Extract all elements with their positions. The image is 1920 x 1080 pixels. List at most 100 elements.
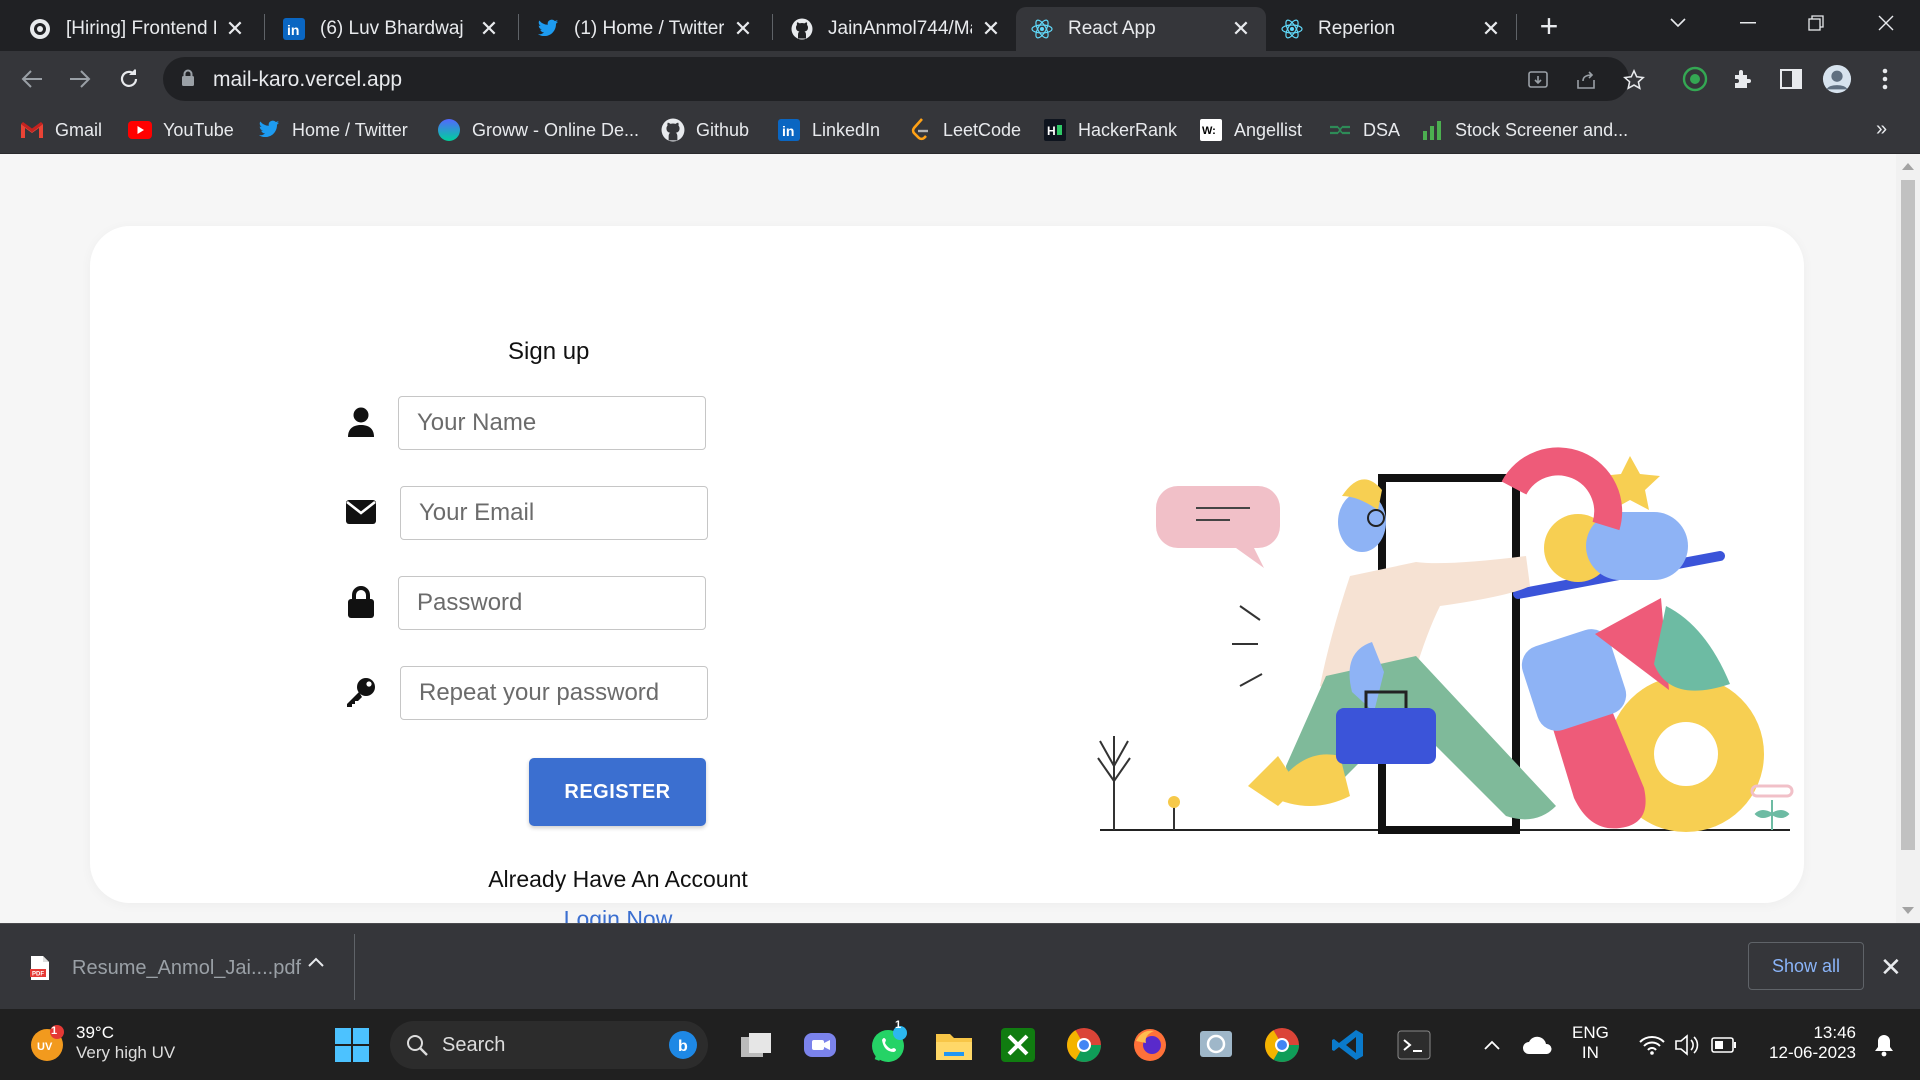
bookmark-dsa[interactable]: DSA xyxy=(1328,116,1400,144)
tab-close-icon[interactable]: ✕ xyxy=(478,16,500,41)
angellist-icon: W: xyxy=(1199,118,1223,142)
tab-linkedin[interactable]: in (6) Luv Bhardwaj | L ✕ xyxy=(268,7,514,51)
page-viewport: Sign up REGISTER Already Have An Account… xyxy=(0,154,1896,923)
bookmark-twitter[interactable]: Home / Twitter xyxy=(257,116,408,144)
pdf-file-icon: PDF xyxy=(30,956,49,980)
show-hidden-icons-chevron[interactable] xyxy=(1470,1023,1514,1067)
reload-icon[interactable] xyxy=(113,63,145,95)
tab-reperion[interactable]: Reperion ✕ xyxy=(1266,7,1516,51)
windows-start-icon[interactable] xyxy=(330,1023,374,1067)
tab-twitter[interactable]: (1) Home / Twitter ✕ xyxy=(522,7,768,51)
github-icon xyxy=(790,17,814,41)
download-item[interactable]: PDF Resume_Anmol_Jai....pdf xyxy=(30,952,301,984)
bookmark-leetcode[interactable]: LeetCode xyxy=(908,116,1021,144)
clock[interactable]: 13:46 12-06-2023 xyxy=(1756,1023,1856,1063)
taskbar-search-box[interactable]: Search b xyxy=(390,1021,708,1069)
repeat-password-input[interactable] xyxy=(400,666,708,720)
extension-target-icon[interactable] xyxy=(1680,64,1710,94)
tab-title: (1) Home / Twitter xyxy=(574,18,724,39)
address-bar[interactable]: mail-karo.vercel.app xyxy=(163,57,1645,101)
bookmark-linkedin[interactable]: in LinkedIn xyxy=(777,116,880,144)
url-text[interactable]: mail-karo.vercel.app xyxy=(213,68,402,92)
tab-close-icon[interactable]: ✕ xyxy=(1230,16,1252,41)
share-icon[interactable] xyxy=(1573,67,1599,93)
teams-chat-icon[interactable] xyxy=(798,1023,842,1067)
extensions-puzzle-icon[interactable] xyxy=(1728,64,1758,94)
bookmark-star-icon[interactable] xyxy=(1621,67,1647,93)
vscode-icon[interactable] xyxy=(1326,1023,1370,1067)
tab-hiring-frontend[interactable]: [Hiring] Frontend E ✕ xyxy=(14,7,260,51)
bookmark-groww[interactable]: Groww - Online De... xyxy=(437,116,639,144)
bookmark-youtube[interactable]: YouTube xyxy=(128,116,234,144)
tab-close-icon[interactable]: ✕ xyxy=(1480,16,1502,41)
tab-close-icon[interactable]: ✕ xyxy=(980,16,1002,41)
page-scrollbar[interactable] xyxy=(1896,154,1920,923)
minimize-icon[interactable] xyxy=(1728,8,1768,38)
language-code: ENG xyxy=(1572,1023,1609,1042)
tab-close-icon[interactable]: ✕ xyxy=(224,16,246,41)
install-app-icon[interactable] xyxy=(1525,67,1551,93)
envelope-icon xyxy=(344,495,378,529)
password-input[interactable] xyxy=(398,576,706,630)
chrome-profile-icon[interactable] xyxy=(1062,1023,1106,1067)
tab-strip: [Hiring] Frontend E ✕ in (6) Luv Bhardwa… xyxy=(0,0,1920,51)
restore-icon[interactable] xyxy=(1796,8,1836,38)
tab-close-icon[interactable]: ✕ xyxy=(732,16,754,41)
chrome-menu-icon[interactable] xyxy=(1870,64,1900,94)
already-have-account-text: Already Have An Account xyxy=(488,866,748,892)
battery-icon[interactable] xyxy=(1702,1023,1746,1067)
more-bookmarks-button[interactable]: » xyxy=(1876,118,1887,141)
download-filename: Resume_Anmol_Jai....pdf xyxy=(72,956,302,979)
chart-icon xyxy=(1420,118,1444,142)
login-now-link[interactable]: Login Now xyxy=(90,906,1146,923)
bookmark-stock-screener[interactable]: Stock Screener and... xyxy=(1420,116,1628,144)
remote-desktop-icon[interactable] xyxy=(1194,1023,1238,1067)
bookmark-github[interactable]: Github xyxy=(661,116,749,144)
notifications-bell-icon[interactable] xyxy=(1862,1023,1906,1067)
signup-card: Sign up REGISTER Already Have An Account… xyxy=(90,226,1804,923)
bookmark-gmail[interactable]: Gmail xyxy=(20,116,102,144)
window-close-icon[interactable] xyxy=(1866,8,1906,38)
new-tab-button[interactable]: + xyxy=(1534,10,1564,42)
bookmark-angellist[interactable]: W: Angellist xyxy=(1199,116,1302,144)
terminal-icon[interactable] xyxy=(1392,1023,1436,1067)
task-view-icon[interactable] xyxy=(734,1023,778,1067)
profile-avatar[interactable] xyxy=(1822,64,1852,94)
scroll-down-arrow-icon[interactable] xyxy=(1902,907,1914,914)
xbox-icon[interactable] xyxy=(996,1023,1040,1067)
name-input[interactable] xyxy=(398,396,706,450)
whatsapp-badge: 1 xyxy=(895,1019,902,1031)
tab-react-app[interactable]: React App ✕ xyxy=(1016,7,1266,51)
file-explorer-icon[interactable] xyxy=(932,1023,976,1067)
svg-text:H: H xyxy=(1047,124,1056,138)
back-arrow-icon[interactable] xyxy=(16,63,48,95)
side-panel-icon[interactable] xyxy=(1776,64,1806,94)
tab-search-chevron-icon[interactable] xyxy=(1658,8,1698,38)
scrollbar-thumb[interactable] xyxy=(1901,180,1915,850)
tab-divider xyxy=(772,14,773,40)
language-indicator[interactable]: ENG IN xyxy=(1572,1023,1609,1063)
groww-icon xyxy=(437,118,461,142)
svg-text:in: in xyxy=(782,123,794,139)
close-download-bar-icon[interactable]: ✕ xyxy=(1880,952,1902,983)
bookmark-label: Github xyxy=(696,119,750,140)
forward-arrow-icon[interactable] xyxy=(64,63,96,95)
show-all-downloads-button[interactable]: Show all xyxy=(1748,942,1864,990)
onedrive-cloud-icon[interactable] xyxy=(1516,1023,1560,1067)
scroll-up-arrow-icon[interactable] xyxy=(1902,163,1914,170)
email-input[interactable] xyxy=(400,486,708,540)
firefox-icon[interactable] xyxy=(1128,1023,1172,1067)
bookmark-hackerrank[interactable]: H HackerRank xyxy=(1043,116,1177,144)
register-button[interactable]: REGISTER xyxy=(529,758,706,826)
weather-desc: Very high UV xyxy=(76,1043,176,1062)
weather-widget[interactable]: UV 1 39°C Very high UV xyxy=(28,1023,175,1063)
svg-text:b: b xyxy=(678,1038,688,1055)
bookmark-label: HackerRank xyxy=(1078,119,1178,140)
tab-github-repo[interactable]: JainAnmol744/Mail ✕ xyxy=(776,7,1016,51)
tab-title: Reperion xyxy=(1318,18,1396,39)
whatsapp-icon[interactable]: 1 xyxy=(866,1019,910,1067)
chrome-icon[interactable] xyxy=(1260,1023,1304,1067)
lock-icon[interactable] xyxy=(181,69,195,92)
react-icon xyxy=(1030,17,1054,41)
download-options-chevron-icon[interactable] xyxy=(308,954,324,972)
